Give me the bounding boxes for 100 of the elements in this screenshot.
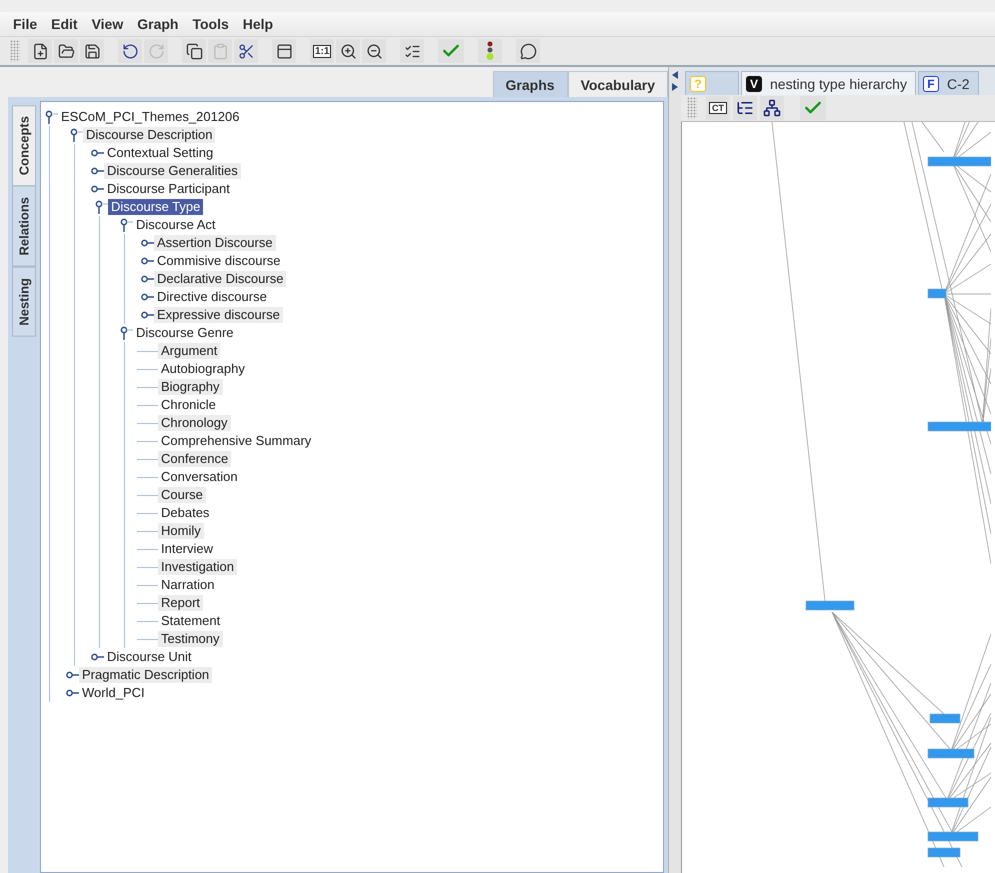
tree-item[interactable]: Debates (158, 505, 212, 521)
tree-item[interactable]: Expressive discourse (154, 307, 283, 323)
tree-item[interactable]: Commisive discourse (154, 253, 284, 269)
menu-item[interactable]: Graph (130, 14, 186, 34)
tree-item[interactable]: Statement (158, 613, 224, 629)
collapse-left-icon[interactable] (672, 71, 678, 79)
tree-item[interactable]: World_PCI (79, 685, 148, 701)
collapsed-handle-icon[interactable] (141, 275, 154, 283)
graph-node[interactable] (928, 156, 991, 166)
graph-node[interactable] (928, 798, 968, 808)
tree-item[interactable]: Interview (158, 541, 216, 557)
zoomout-button[interactable] (362, 39, 386, 63)
tree-item[interactable]: Autobiography (158, 361, 248, 377)
tree-item[interactable]: Argument (158, 343, 220, 359)
tree-item[interactable]: Course (158, 487, 206, 503)
graph-node[interactable] (806, 600, 854, 610)
new-button[interactable] (28, 39, 52, 63)
menu-item[interactable]: Help (236, 14, 280, 34)
graph-node[interactable] (928, 748, 974, 758)
zoom-out-icon (366, 42, 383, 60)
graph-node[interactable] (930, 714, 960, 724)
tree-item[interactable]: Conference (158, 451, 232, 467)
expanded-handle-icon[interactable] (120, 218, 133, 232)
checklist-button[interactable] (400, 39, 424, 63)
toolbar-grip[interactable] (687, 97, 697, 119)
menu-item[interactable]: Tools (185, 14, 236, 34)
menu-item[interactable]: View (84, 14, 130, 34)
tree-item[interactable]: Contextual Setting (104, 145, 216, 161)
expanded-handle-icon[interactable] (120, 326, 133, 340)
collapsed-handle-icon[interactable] (141, 293, 154, 301)
graph-node[interactable] (928, 832, 978, 842)
tree-item[interactable]: Biography (158, 379, 223, 395)
collapsed-handle-icon[interactable] (91, 149, 104, 157)
paste-icon (212, 42, 228, 60)
side-tab[interactable]: Relations (12, 186, 36, 267)
graph-tab[interactable]: V nesting type hierarchy (741, 71, 916, 95)
tree-item[interactable]: Discourse Type (108, 199, 204, 215)
undo-icon (122, 42, 138, 60)
folder-icon (58, 42, 74, 60)
tree-item[interactable]: Investigation (158, 559, 237, 575)
new-file-icon (32, 42, 48, 60)
tree-item[interactable]: Chronicle (158, 397, 219, 413)
graph-node[interactable] (928, 288, 946, 298)
tree-item[interactable]: Discourse Participant (104, 181, 233, 197)
menu-item[interactable]: Edit (44, 14, 85, 34)
tree-item[interactable]: Discourse Description (83, 127, 216, 143)
save-button[interactable] (80, 39, 104, 63)
scissors-icon (238, 42, 254, 60)
tree-item[interactable]: Report (158, 595, 204, 611)
collapse-right-icon[interactable] (672, 83, 678, 91)
side-tab[interactable]: Nesting (12, 266, 36, 336)
layout-button[interactable] (272, 39, 296, 63)
tree-item[interactable]: ESCoM_PCI_Themes_201206 (58, 109, 242, 125)
check-button[interactable] (800, 96, 826, 120)
collapsed-handle-icon[interactable] (66, 689, 79, 697)
traffic-light-icon (485, 41, 496, 61)
tree-item[interactable]: Homily (158, 523, 204, 539)
collapsed-handle-icon[interactable] (141, 257, 154, 265)
graph-node[interactable] (928, 422, 991, 432)
light-button[interactable] (478, 39, 502, 63)
tree-item[interactable]: Declarative Discourse (154, 271, 286, 287)
graph-tab[interactable]: F C-2 (918, 71, 979, 95)
collapsed-handle-icon[interactable] (66, 671, 79, 679)
tree-item[interactable]: Conversation (158, 469, 241, 485)
tree-item[interactable]: Discourse Act (133, 217, 218, 233)
cut-button[interactable] (234, 39, 258, 63)
check-button[interactable] (438, 39, 464, 63)
tree-item[interactable]: Chronology (158, 415, 230, 431)
collapsed-handle-icon[interactable] (91, 653, 104, 661)
hierarchy-button[interactable] (760, 96, 784, 120)
tab[interactable]: Vocabulary (568, 71, 668, 97)
collapsed-handle-icon[interactable] (91, 167, 104, 175)
menu-item[interactable]: File (6, 14, 44, 34)
expanded-handle-icon[interactable] (95, 200, 108, 214)
zoomin-button[interactable] (336, 39, 360, 63)
expanded-handle-icon[interactable] (45, 110, 58, 124)
tree-item[interactable]: Comprehensive Summary (158, 433, 314, 449)
tree-item[interactable]: Pragmatic Description (79, 667, 212, 683)
copy-button[interactable] (182, 39, 206, 63)
tree-item[interactable]: Discourse Generalities (104, 163, 241, 179)
undo-button[interactable] (118, 39, 142, 63)
ct-button[interactable]: CT (706, 96, 730, 120)
collapsed-handle-icon[interactable] (141, 239, 154, 247)
tree-item[interactable]: Discourse Unit (104, 649, 195, 665)
tree-item[interactable]: Testimony (158, 631, 223, 647)
expanded-handle-icon[interactable] (70, 128, 83, 142)
tree-item[interactable]: Directive discourse (154, 289, 270, 305)
actual-button[interactable]: 1:1 (310, 39, 334, 63)
tab[interactable]: Graphs (492, 71, 568, 97)
collapsed-handle-icon[interactable] (91, 185, 104, 193)
toolbar-grip[interactable] (10, 40, 20, 62)
tree-item[interactable]: Discourse Genre (133, 325, 237, 341)
open-button[interactable] (54, 39, 78, 63)
comment-button[interactable] (516, 39, 540, 63)
side-tab[interactable]: Concepts (12, 105, 36, 186)
collapsed-handle-icon[interactable] (141, 311, 154, 319)
tree-button[interactable] (733, 96, 757, 120)
graph-node[interactable] (928, 848, 960, 858)
tree-item[interactable]: Assertion Discourse (154, 235, 276, 251)
tree-item[interactable]: Narration (158, 577, 218, 593)
